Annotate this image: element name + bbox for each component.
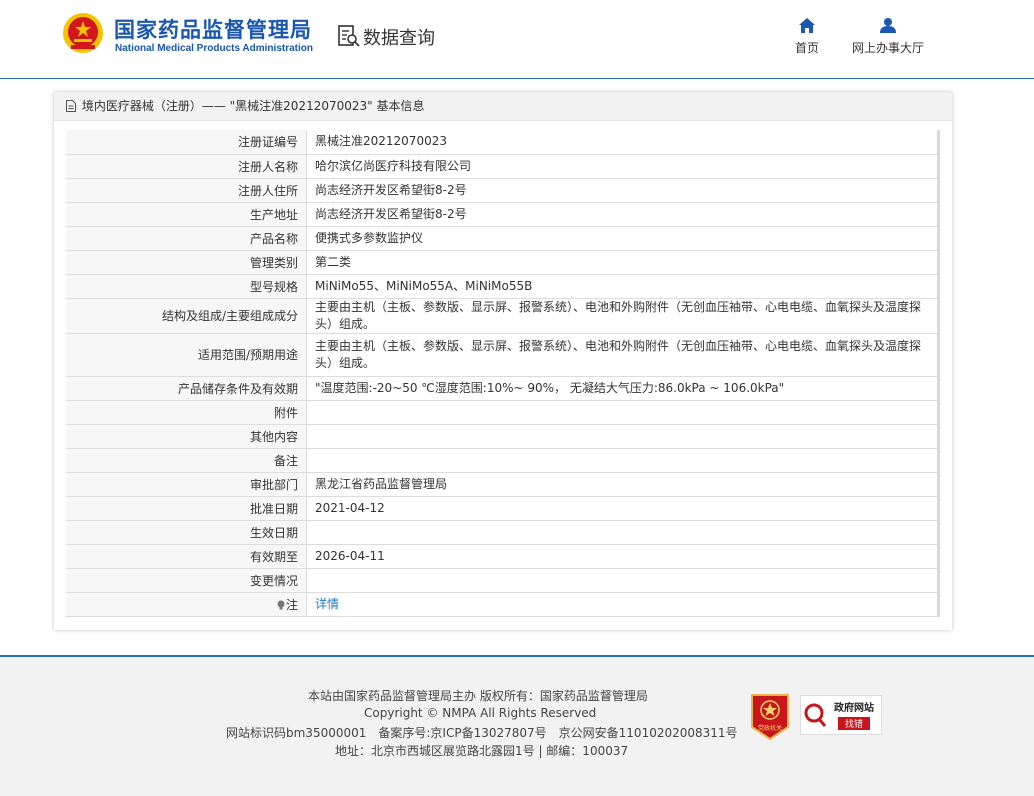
- footer-registration[interactable]: 网站标识码bm35000001 备案序号:京ICP备13027807号 京公网安…: [226, 724, 738, 741]
- field-value: 黑械注准20212070023: [306, 130, 939, 155]
- party-gov-badge-text: 党政机关: [758, 724, 782, 732]
- field-label: 注册证编号: [66, 130, 307, 155]
- gov-site-error-title: 政府网站: [834, 701, 874, 714]
- table-row: 有效期至 2026-04-11: [66, 544, 939, 569]
- nav-home-label: 首页: [794, 41, 819, 55]
- panel-title: 境内医疗器械（注册）—— "黑械注准20212070023" 基本信息: [81, 99, 425, 113]
- table-row: 生效日期: [66, 520, 939, 545]
- field-label: 注册人住所: [66, 178, 307, 203]
- table-row: 产品名称 便携式多参数监护仪: [66, 226, 939, 251]
- field-label: 生效日期: [66, 520, 307, 545]
- table-row: 适用范围/预期用途 主要由主机（主板、参数版、显示屏、报警系统）、电池和外购附件（…: [66, 333, 939, 377]
- field-value: [306, 424, 939, 449]
- field-value: "温度范围:-20~50 ℃湿度范围:10%~ 90%， 无凝结大气压力:86.…: [306, 376, 939, 401]
- table-row: 产品储存条件及有效期 "温度范围:-20~50 ℃湿度范围:10%~ 90%， 无…: [66, 376, 939, 401]
- field-label: 审批部门: [66, 472, 307, 497]
- record-panel: 境内医疗器械（注册）—— "黑械注准20212070023" 基本信息 注册证编…: [54, 92, 952, 630]
- table-row: 结构及组成/主要组成成分 主要由主机（主板、参数版、显示屏、报警系统）、电池和外购…: [66, 298, 939, 334]
- nav-online-hall-label: 网上办事大厅: [851, 41, 924, 55]
- field-label: 型号规格: [66, 274, 307, 299]
- field-label: 注: [66, 592, 307, 617]
- field-value: 尚志经济开发区希望街8-2号: [306, 178, 939, 203]
- nav-home-link[interactable]: 首页: [790, 18, 824, 56]
- footer-address: 地址：北京市西城区展览路北露园1号 | 邮编：100037: [335, 744, 629, 758]
- field-label: 变更情况: [66, 568, 307, 593]
- nav-online-hall-link[interactable]: 网上办事大厅: [848, 18, 928, 56]
- national-emblem-icon: [63, 13, 103, 53]
- table-row: 管理类别 第二类: [66, 250, 939, 275]
- detail-link[interactable]: 详情: [315, 597, 339, 611]
- field-value: [306, 520, 939, 545]
- field-value: 尚志经济开发区希望街8-2号: [306, 202, 939, 227]
- table-row: 注册人住所 尚志经济开发区希望街8-2号: [66, 178, 939, 203]
- field-value: 主要由主机（主板、参数版、显示屏、报警系统）、电池和外购附件（无创血压袖带、心电…: [306, 298, 939, 334]
- field-label: 产品储存条件及有效期: [66, 376, 307, 401]
- site-header: 国家药品监督管理局 National Medical Products Admi…: [0, 0, 1034, 79]
- field-label: 适用范围/预期用途: [66, 333, 307, 377]
- panel-header: 境内医疗器械（注册）—— "黑械注准20212070023" 基本信息: [54, 92, 952, 121]
- table-row: 生产地址 尚志经济开发区希望街8-2号: [66, 202, 939, 227]
- field-value: 主要由主机（主板、参数版、显示屏、报警系统）、电池和外购附件（无创血压袖带、心电…: [306, 333, 939, 377]
- field-label: 批准日期: [66, 496, 307, 521]
- table-row: 批准日期 2021-04-12: [66, 496, 939, 521]
- field-label: 附件: [66, 400, 307, 425]
- field-label: 注册人名称: [66, 154, 307, 179]
- home-icon: [799, 18, 815, 33]
- table-row: 型号规格 MiNiMo55、MiNiMo55A、MiNiMo55B: [66, 274, 939, 299]
- site-title[interactable]: 国家药品监督管理局: [114, 14, 312, 44]
- field-label: 管理类别: [66, 250, 307, 275]
- party-gov-badge-icon[interactable]: 党政机关: [750, 693, 790, 741]
- site-footer: 本站由国家药品监督管理局主办 版权所有：国家药品监督管理局 Copyright …: [0, 655, 1034, 796]
- field-label: 其他内容: [66, 424, 307, 449]
- note-label: 注: [285, 597, 298, 612]
- field-value: 哈尔滨亿尚医疗科技有限公司: [306, 154, 939, 179]
- field-label: 备注: [66, 448, 307, 473]
- field-value: 黑龙江省药品监督管理局: [306, 472, 939, 497]
- field-value: MiNiMo55、MiNiMo55A、MiNiMo55B: [306, 274, 939, 299]
- table-row: 其他内容: [66, 424, 939, 449]
- field-value: 2026-04-11: [306, 544, 939, 569]
- field-value: 第二类: [306, 250, 939, 275]
- data-query-title: 数据查询: [363, 28, 435, 49]
- data-query-icon: [338, 25, 360, 47]
- field-label: 结构及组成/主要组成成分: [66, 298, 307, 334]
- footer-copyright: Copyright © NMPA All Rights Reserved: [364, 706, 597, 720]
- table-row: 备注: [66, 448, 939, 473]
- footer-sponsor: 本站由国家药品监督管理局主办 版权所有：国家药品监督管理局: [308, 689, 648, 703]
- table-row: 注 详情: [66, 592, 939, 617]
- field-value: 2021-04-12: [306, 496, 939, 521]
- field-value: [306, 568, 939, 593]
- document-icon: [66, 100, 76, 112]
- user-icon: [880, 18, 896, 33]
- table-row: 审批部门 黑龙江省药品监督管理局: [66, 472, 939, 497]
- gov-site-error-sub: 找错: [845, 718, 863, 730]
- gov-site-error-badge-icon[interactable]: 政府网站 找错: [800, 695, 882, 735]
- field-value: [306, 448, 939, 473]
- field-value: 便携式多参数监护仪: [306, 226, 939, 251]
- table-row: 注册证编号 黑械注准20212070023: [66, 130, 939, 155]
- table-row: 变更情况: [66, 568, 939, 593]
- field-value: [306, 400, 939, 425]
- table-row: 注册人名称 哈尔滨亿尚医疗科技有限公司: [66, 154, 939, 179]
- field-label: 有效期至: [66, 544, 307, 569]
- field-label: 生产地址: [66, 202, 307, 227]
- table-row: 附件: [66, 400, 939, 425]
- field-label: 产品名称: [66, 226, 307, 251]
- site-subtitle: National Medical Products Administration: [115, 43, 313, 54]
- info-table: 注册证编号 黑械注准20212070023 注册人名称 哈尔滨亿尚医疗科技有限公司 …: [66, 130, 940, 617]
- note-bulb-icon: [277, 600, 285, 609]
